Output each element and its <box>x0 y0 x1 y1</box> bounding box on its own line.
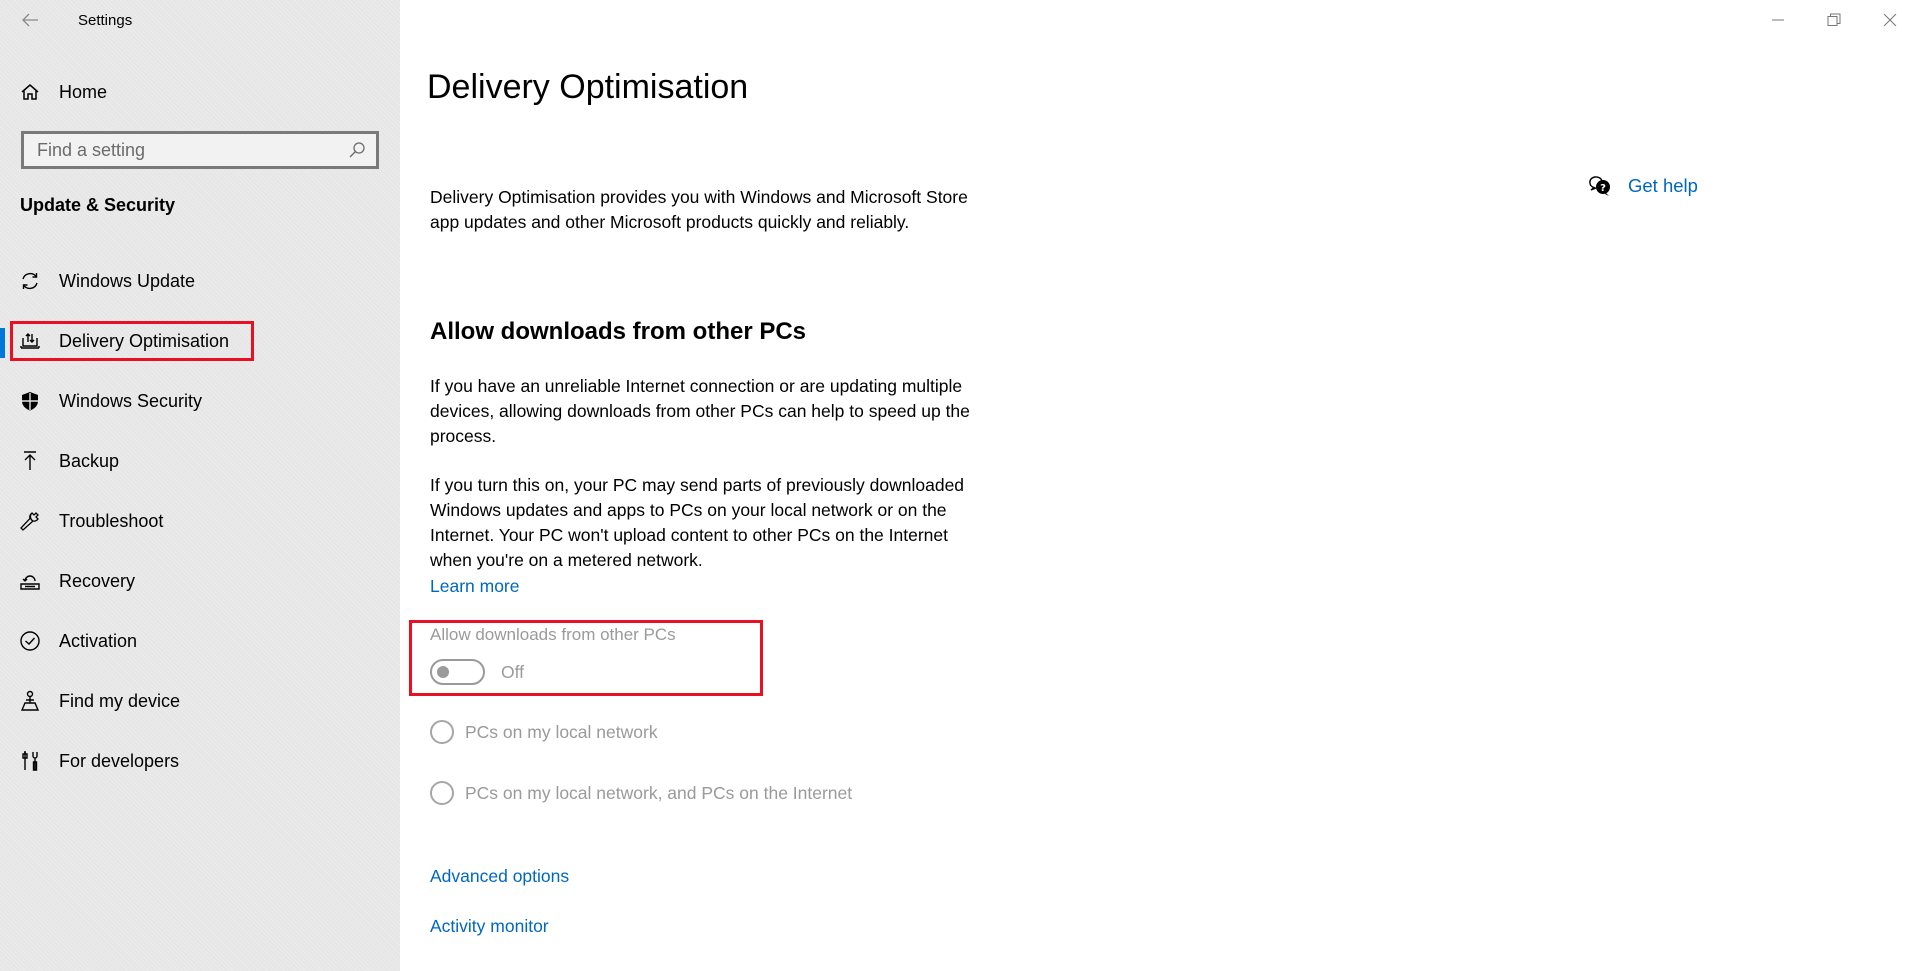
search-icon[interactable] <box>348 141 366 159</box>
minimize-button[interactable] <box>1755 0 1801 40</box>
sidebar-item-delivery-optimisation[interactable]: Delivery Optimisation <box>0 316 400 366</box>
radio-label: PCs on my local network, and PCs on the … <box>465 782 853 803</box>
learn-more-link[interactable]: Learn more <box>430 574 520 599</box>
radio-button[interactable] <box>430 781 454 805</box>
sidebar-item-recovery[interactable]: Recovery <box>0 556 400 606</box>
sidebar-item-label: Backup <box>59 450 120 471</box>
allow-downloads-toggle[interactable] <box>430 659 485 685</box>
paragraph-unreliable-connection: If you have an unreliable Internet conne… <box>430 376 970 446</box>
sync-icon <box>22 272 38 290</box>
delivery-optimisation-icon <box>20 333 40 349</box>
recovery-icon <box>20 575 40 590</box>
sidebar-item-label: Recovery <box>59 570 136 591</box>
paragraph-upload-info: If you turn this on, your PC may send pa… <box>430 475 965 570</box>
find-device-icon <box>20 690 40 711</box>
sidebar-item-label: Activation <box>59 630 138 651</box>
sidebar-item-find-my-device[interactable]: Find my device <box>0 676 400 726</box>
radio-local-network[interactable]: PCs on my local network <box>430 720 658 744</box>
developer-tools-icon <box>22 751 38 771</box>
minimize-icon <box>1772 19 1784 21</box>
page-description: Delivery Optimisation provides you with … <box>430 187 968 232</box>
back-arrow-icon <box>22 13 38 27</box>
sidebar-item-label: Find my device <box>59 690 181 711</box>
page-title: Delivery Optimisation <box>427 68 749 106</box>
sidebar-item-activation[interactable]: Activation <box>0 616 400 666</box>
svg-text:?: ? <box>1600 183 1606 194</box>
sidebar-item-home[interactable]: Home <box>20 78 107 106</box>
advanced-options-link[interactable]: Advanced options <box>430 864 569 889</box>
search-input[interactable] <box>37 139 348 161</box>
toggle-state: Off <box>501 661 525 682</box>
sidebar: Settings Home Update & Security Windows … <box>0 0 400 971</box>
get-help-label: Get help <box>1628 175 1698 196</box>
sidebar-item-label: Troubleshoot <box>59 510 164 531</box>
help-chat-icon: ? <box>1589 176 1610 196</box>
section-heading: Allow downloads from other PCs <box>430 318 807 345</box>
restore-icon <box>1827 13 1841 26</box>
back-button[interactable] <box>18 8 42 32</box>
sidebar-item-for-developers[interactable]: For developers <box>0 736 400 786</box>
toggle-label: Allow downloads from other PCs <box>430 625 676 644</box>
sidebar-item-label: Delivery Optimisation <box>59 330 230 351</box>
restore-button[interactable] <box>1811 0 1857 40</box>
close-button[interactable] <box>1867 0 1913 40</box>
sidebar-item-label: Windows Security <box>59 390 203 411</box>
toggle-knob <box>437 666 449 678</box>
shield-icon <box>22 392 38 411</box>
radio-button[interactable] <box>430 720 454 744</box>
sidebar-item-windows-security[interactable]: Windows Security <box>0 376 400 426</box>
sidebar-item-label: For developers <box>59 750 180 771</box>
selected-indicator <box>0 328 5 358</box>
activity-monitor-link[interactable]: Activity monitor <box>430 914 549 939</box>
upload-arrow-icon <box>24 451 36 470</box>
app-title: Settings <box>78 12 133 29</box>
search-box[interactable] <box>21 131 379 169</box>
radio-local-and-internet[interactable]: PCs on my local network, and PCs on the … <box>430 781 852 805</box>
check-circle-icon <box>20 631 40 651</box>
sidebar-item-label: Windows Update <box>59 270 196 291</box>
home-icon <box>21 84 39 100</box>
radio-label: PCs on my local network <box>465 721 658 742</box>
home-label: Home <box>59 81 108 102</box>
get-help-link[interactable]: ? Get help <box>1588 174 1698 198</box>
sidebar-item-troubleshoot[interactable]: Troubleshoot <box>0 496 400 546</box>
allow-downloads-setting: Allow downloads from other PCs Off <box>430 625 676 685</box>
sidebar-item-windows-update[interactable]: Windows Update <box>0 256 400 306</box>
close-icon <box>1883 13 1897 27</box>
wrench-icon <box>20 512 39 531</box>
section-title: Update & Security <box>20 195 176 215</box>
sidebar-item-backup[interactable]: Backup <box>0 436 400 486</box>
